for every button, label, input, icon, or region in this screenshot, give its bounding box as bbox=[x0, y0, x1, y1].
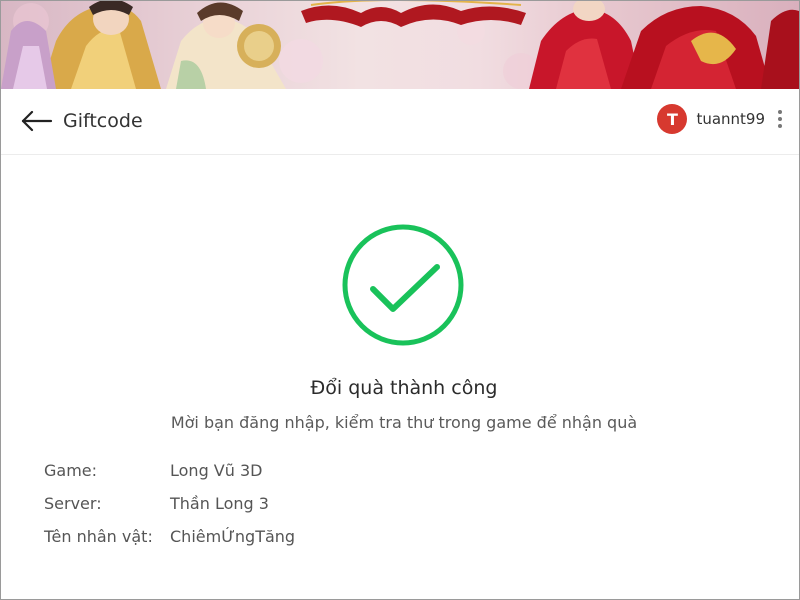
result-panel: Đổi quà thành công Mời bạn đăng nhập, ki… bbox=[1, 155, 799, 599]
info-row-server: Server: Thần Long 3 bbox=[44, 487, 295, 520]
check-circle-icon bbox=[342, 224, 464, 346]
result-message: Mời bạn đăng nhập, kiểm tra thư trong ga… bbox=[170, 413, 638, 432]
more-vertical-icon-dot bbox=[778, 117, 782, 121]
character-label: Tên nhân vật: bbox=[44, 527, 153, 546]
page-title: Giftcode bbox=[63, 110, 143, 132]
game-label: Game: bbox=[44, 461, 98, 480]
arrow-left-icon bbox=[21, 110, 53, 132]
game-banner bbox=[1, 1, 799, 89]
info-row-game: Game: Long Vũ 3D bbox=[44, 454, 295, 487]
more-options-button[interactable] bbox=[775, 107, 785, 131]
redeem-info: Game: Long Vũ 3D Server: Thần Long 3 Tên… bbox=[44, 454, 295, 553]
username[interactable]: tuannt99 bbox=[696, 110, 765, 128]
page-frame: Giftcode T tuannt99 Đổi quà thành công M… bbox=[0, 0, 800, 600]
server-label: Server: bbox=[44, 494, 102, 513]
info-row-character: Tên nhân vật: ChiêmỨngTăng bbox=[44, 520, 295, 553]
app-header: Giftcode T tuannt99 bbox=[1, 89, 799, 155]
back-button[interactable] bbox=[19, 109, 55, 133]
game-value: Long Vũ 3D bbox=[170, 461, 263, 480]
server-value: Thần Long 3 bbox=[170, 494, 269, 513]
user-menu[interactable]: T tuannt99 bbox=[657, 103, 785, 135]
more-vertical-icon-dot bbox=[778, 124, 782, 128]
character-value: ChiêmỨngTăng bbox=[170, 527, 296, 546]
banner-illustration bbox=[1, 1, 799, 89]
more-vertical-icon bbox=[778, 110, 782, 114]
avatar[interactable]: T bbox=[657, 104, 688, 134]
result-title: Đổi quà thành công bbox=[310, 377, 498, 399]
